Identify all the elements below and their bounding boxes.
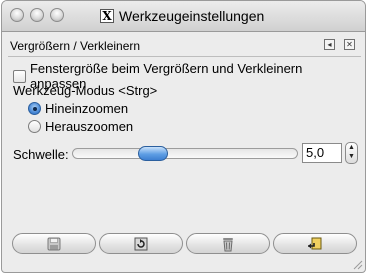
threshold-label: Schwelle: [13, 147, 69, 162]
tool-options-window: X Werkzeugeinstellungen Vergrößern / Ver… [1, 0, 366, 273]
button-bar [12, 233, 357, 254]
close-window-button[interactable] [10, 8, 24, 22]
reset-options-button[interactable] [273, 233, 357, 254]
threshold-slider-handle[interactable] [138, 146, 168, 161]
zoom-window-button[interactable] [50, 8, 64, 22]
title-bar: X Werkzeugeinstellungen [2, 1, 365, 32]
delete-options-button[interactable] [186, 233, 270, 254]
save-icon [47, 237, 61, 250]
zoom-in-radio[interactable] [28, 102, 41, 115]
save-options-button[interactable] [12, 233, 96, 254]
zoom-out-label: Herauszoomen [45, 119, 134, 134]
threshold-slider[interactable] [72, 146, 298, 161]
tool-options-panel: Vergrößern / Verkleinern ◂ ✕ Fenstergröß… [8, 31, 361, 227]
resize-window-checkbox[interactable] [13, 69, 26, 83]
dock-header: Vergrößern / Verkleinern ◂ ✕ [8, 35, 361, 55]
window-title-text: Werkzeugeinstellungen [119, 8, 265, 24]
dock-close-icon[interactable]: ✕ [344, 39, 355, 50]
dock-menu-icon[interactable]: ◂ [324, 39, 335, 50]
x11-icon: X [100, 9, 114, 23]
minimize-window-button[interactable] [30, 8, 44, 22]
resize-grip-icon[interactable] [351, 258, 363, 270]
threshold-stepper[interactable]: ▲ ▼ [345, 142, 358, 164]
header-divider [8, 56, 361, 57]
restore-options-button[interactable] [99, 233, 183, 254]
tool-mode-label: Werkzeug-Modus <Strg> [13, 83, 158, 98]
zoom-in-option[interactable]: Hineinzoomen [28, 101, 128, 116]
zoom-in-label: Hineinzoomen [45, 101, 129, 116]
reset-icon [308, 237, 322, 249]
dock-title: Vergrößern / Verkleinern [10, 39, 141, 53]
trash-icon [223, 237, 233, 251]
threshold-value-field[interactable]: 5,0 [302, 143, 342, 163]
window-title: X Werkzeugeinstellungen [100, 7, 264, 25]
zoom-out-option[interactable]: Herauszoomen [28, 119, 133, 134]
restore-icon [134, 237, 148, 250]
zoom-out-radio[interactable] [28, 120, 41, 133]
